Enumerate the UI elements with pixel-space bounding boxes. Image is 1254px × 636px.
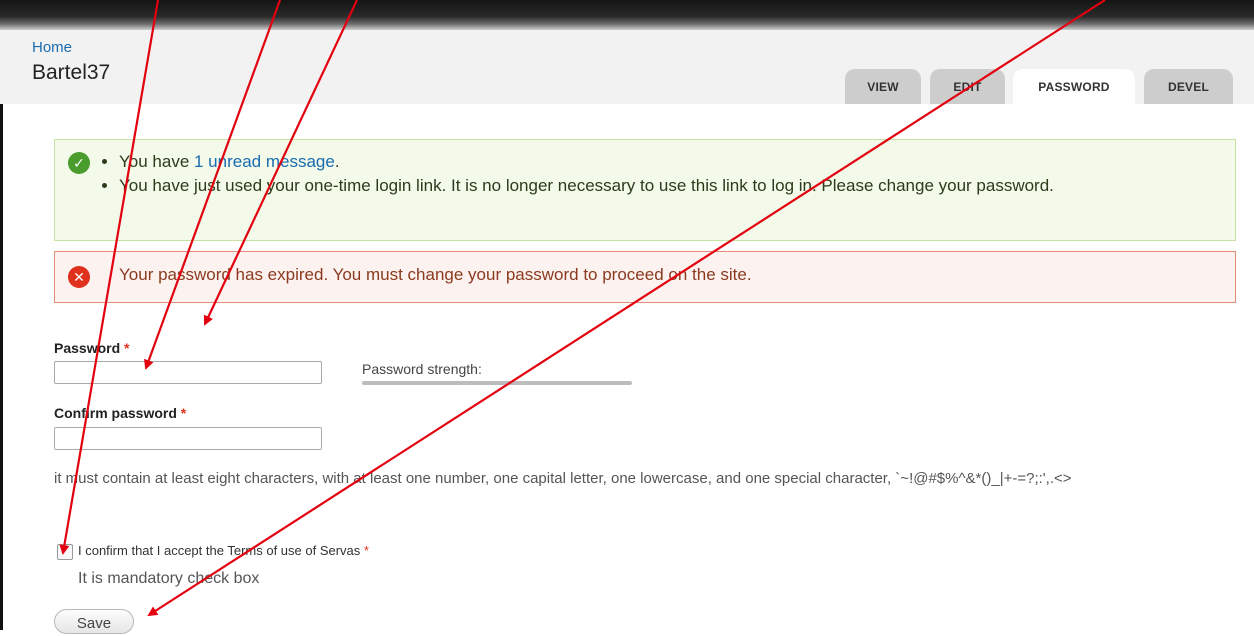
status-message-box: ✓ You have 1 unread message. You have ju… <box>54 139 1236 241</box>
tab-devel[interactable]: DEVEL <box>1144 69 1233 104</box>
status-message-list: You have 1 unread message. You have just… <box>55 150 1219 198</box>
required-marker: * <box>124 340 130 356</box>
tab-view[interactable]: VIEW <box>845 69 921 104</box>
error-x-icon: ✕ <box>68 266 90 288</box>
breadcrumb-home[interactable]: Home <box>32 39 72 56</box>
status-message-unread: You have 1 unread message. <box>119 150 1219 174</box>
confirm-password-input[interactable] <box>54 427 322 450</box>
tab-password[interactable]: PASSWORD <box>1013 69 1135 104</box>
password-label: Password * <box>54 340 130 356</box>
confirm-password-label: Confirm password * <box>54 405 187 421</box>
required-marker: * <box>363 543 369 558</box>
save-button[interactable]: Save <box>54 609 134 634</box>
error-message-box: ✕ Your password has expired. You must ch… <box>54 251 1236 303</box>
status-message-one-time-login: You have just used your one-time login l… <box>119 174 1219 198</box>
password-strength-label: Password strength: <box>362 361 482 377</box>
password-requirements-hint: it must contain at least eight character… <box>54 470 1072 487</box>
terms-checkbox[interactable] <box>57 544 73 560</box>
error-message-text: Your password has expired. You must chan… <box>119 265 752 284</box>
top-toolbar <box>0 0 1254 30</box>
page-title: Bartel37 <box>32 61 111 84</box>
password-strength-bar <box>362 381 632 385</box>
password-input[interactable] <box>54 361 322 384</box>
tab-edit[interactable]: EDIT <box>930 69 1005 104</box>
terms-description: It is mandatory check box <box>78 570 260 587</box>
required-marker: * <box>180 405 187 421</box>
terms-checkbox-label[interactable]: I confirm that I accept the Terms of use… <box>78 543 369 558</box>
unread-message-link[interactable]: 1 unread message <box>194 152 335 171</box>
